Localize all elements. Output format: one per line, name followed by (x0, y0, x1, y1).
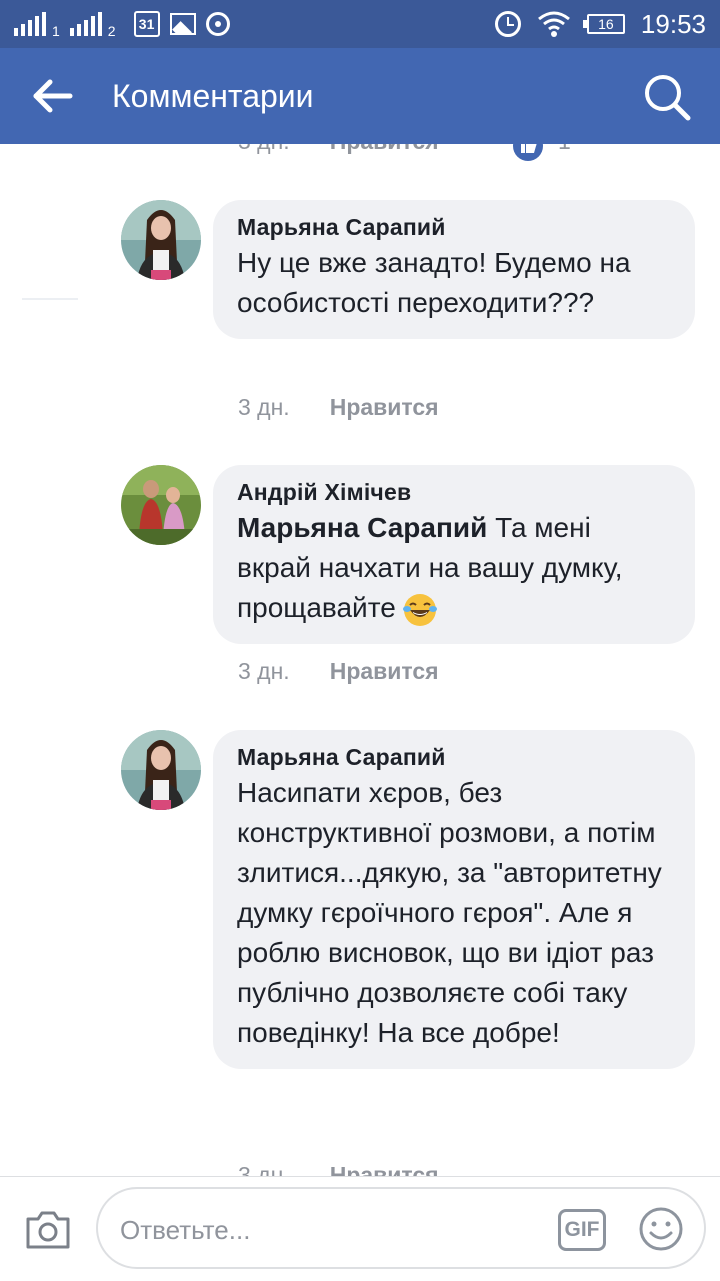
wifi-icon (537, 11, 570, 37)
like-link[interactable]: Нравится (330, 1162, 439, 1176)
app-bar: Комментарии (0, 48, 720, 144)
comment-author[interactable]: Андрій Хімічев (237, 479, 671, 506)
comment-text: Ну це вже занадто! Будемо на особистості… (237, 247, 631, 318)
clock: 19:53 (640, 8, 706, 39)
sim2-label: 2 (107, 23, 116, 39)
smiley-icon[interactable] (638, 1206, 684, 1252)
comment-author[interactable]: Марьяна Сарапий (237, 744, 671, 771)
comment-bubble[interactable]: Андрій Хімічев Марьяна Сарапий Та мені в… (213, 465, 695, 644)
reply-bar: GIF (0, 1176, 720, 1281)
comment-age: 3 дн. (238, 394, 290, 420)
reply-input[interactable] (118, 1211, 522, 1249)
comment-age: 3 дн. (238, 144, 290, 154)
comment-text: Насипати хєров, без конструктивної розмо… (237, 777, 662, 1048)
reaction-count: 1 (558, 144, 571, 155)
reply-box[interactable]: GIF (96, 1187, 706, 1269)
sim1-label: 1 (52, 23, 60, 39)
page-title: Комментарии (112, 78, 314, 114)
signal-icon (14, 12, 46, 36)
like-reaction-icon (513, 144, 543, 161)
disc-icon (205, 12, 230, 36)
like-link[interactable]: Нравится (330, 658, 439, 684)
comment-bubble[interactable]: Марьяна Сарапий Насипати хєров, без конс… (213, 730, 695, 1069)
camera-icon[interactable] (24, 1207, 72, 1251)
calendar-icon: 31 (133, 11, 160, 37)
avatar[interactable] (121, 200, 201, 280)
comment-age: 3 дн. (238, 658, 290, 684)
like-link[interactable]: Нравится (330, 144, 439, 154)
divider (22, 298, 78, 300)
comment-age: 3 дн. (238, 1162, 290, 1176)
battery-icon: 16 (582, 14, 625, 34)
comment-author[interactable]: Марьяна Сарапий (237, 214, 671, 241)
status-bar: 1 2 31 16 19:53 (0, 0, 720, 48)
comments-list[interactable]: 3 дн. Нравится 1 Марьяна Сарапий Ну це вж… (0, 144, 720, 1176)
comment-bubble[interactable]: Марьяна Сарапий Ну це вже занадто! Будем… (213, 200, 695, 339)
image-icon (169, 13, 196, 35)
alarm-icon (494, 11, 521, 37)
gif-button[interactable]: GIF (558, 1209, 606, 1251)
mention-link[interactable]: Марьяна Сарапий (237, 512, 487, 543)
arrow-left-icon[interactable] (30, 76, 74, 116)
laughing-tears-emoji (402, 593, 437, 626)
avatar[interactable] (121, 730, 201, 810)
signal-icon (69, 12, 102, 36)
search-icon[interactable] (642, 72, 692, 122)
like-link[interactable]: Нравится (330, 394, 439, 420)
avatar[interactable] (121, 465, 201, 545)
